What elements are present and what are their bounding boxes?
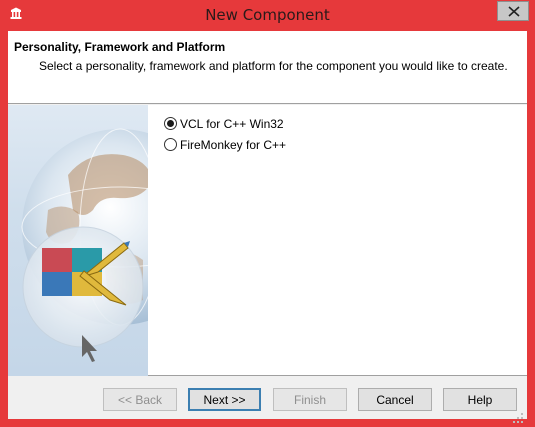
radio-firemonkey[interactable]: [164, 138, 177, 151]
title-bar[interactable]: New Component: [0, 0, 535, 31]
radio-vcl-win32[interactable]: [164, 117, 177, 130]
back-button[interactable]: << Back: [103, 388, 177, 411]
option-firemonkey[interactable]: FireMonkey for C++: [164, 134, 286, 155]
window-title: New Component: [205, 6, 330, 24]
dialog-client-area: Personality, Framework and Platform Sele…: [8, 31, 527, 419]
wizard-illustration: [8, 105, 148, 376]
personality-options: VCL for C++ Win32 FireMonkey for C++: [164, 113, 286, 155]
page-description: Select a personality, framework and plat…: [39, 59, 508, 73]
next-button[interactable]: Next >>: [188, 388, 261, 411]
resize-grip-icon[interactable]: [512, 412, 524, 424]
finish-button[interactable]: Finish: [273, 388, 347, 411]
wizard-header: Personality, Framework and Platform Sele…: [8, 31, 527, 104]
cancel-button[interactable]: Cancel: [358, 388, 432, 411]
page-title: Personality, Framework and Platform: [14, 40, 226, 54]
close-button[interactable]: [497, 1, 529, 21]
help-button[interactable]: Help: [443, 388, 517, 411]
new-component-window: New Component Personality, Framework and…: [0, 0, 535, 427]
option-label: VCL for C++ Win32: [180, 116, 284, 131]
option-label: FireMonkey for C++: [180, 137, 287, 152]
close-icon: [508, 6, 520, 17]
wizard-body: VCL for C++ Win32 FireMonkey for C++: [8, 105, 527, 376]
option-vcl-win32[interactable]: VCL for C++ Win32: [164, 113, 286, 134]
